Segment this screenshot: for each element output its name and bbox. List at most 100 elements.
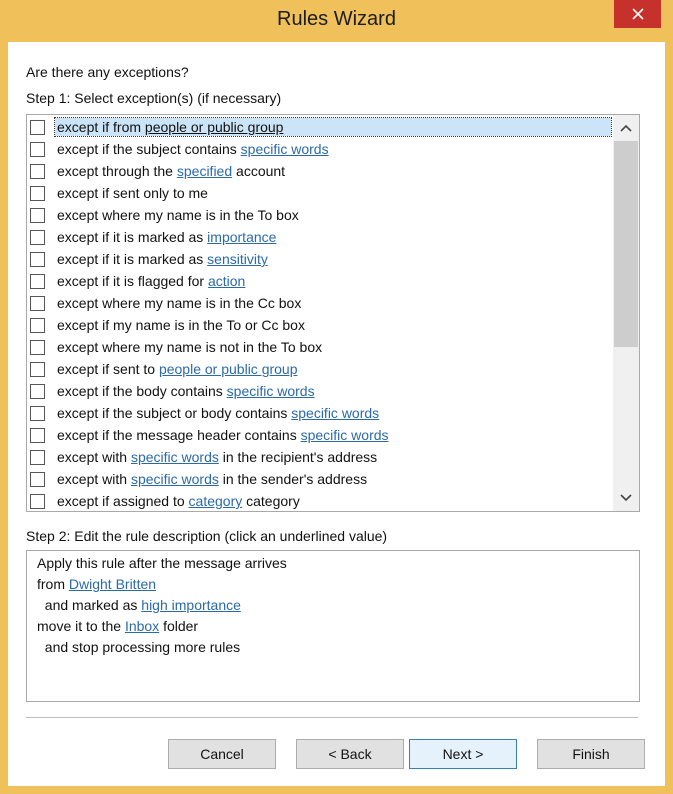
exception-value-link[interactable]: specific words <box>131 449 219 465</box>
exception-text: except where my name is in the Cc box <box>55 294 611 312</box>
exception-text: except if the subject or body contains s… <box>55 404 611 422</box>
exception-row[interactable]: except if it is marked as importance <box>27 226 611 248</box>
exception-label: except where my name is in the To box <box>57 207 299 223</box>
exceptions-list[interactable]: except if from people or public group exc… <box>26 114 640 512</box>
cancel-button[interactable]: Cancel <box>168 739 276 769</box>
exception-label: except if the body contains <box>57 383 227 399</box>
exception-checkbox[interactable] <box>30 339 45 355</box>
exception-value-link[interactable]: people or public group <box>145 119 284 135</box>
exception-text: except where my name is not in the To bo… <box>55 338 611 356</box>
exception-row[interactable]: except if the body contains specific wor… <box>27 380 611 402</box>
scrollbar-thumb[interactable] <box>614 141 638 347</box>
vertical-scrollbar[interactable] <box>613 115 639 511</box>
exception-value-link[interactable]: action <box>208 273 245 289</box>
description-value-link[interactable]: Inbox <box>125 618 159 634</box>
exception-checkbox[interactable] <box>30 427 45 443</box>
description-text-suffix: folder <box>159 618 199 634</box>
description-line: Apply this rule after the message arrive… <box>37 555 287 571</box>
exception-row[interactable]: except if the subject or body contains s… <box>27 402 611 424</box>
exception-label-suffix: account <box>232 163 286 179</box>
exception-row[interactable]: except where my name is in the To box <box>27 204 611 226</box>
dialog-body: Are there any exceptions? Step 1: Select… <box>8 42 665 786</box>
exception-checkbox[interactable] <box>30 163 45 179</box>
exception-label: except if it is flagged for <box>57 273 208 289</box>
description-value-link[interactable]: high importance <box>141 597 241 613</box>
description-value-link[interactable]: Dwight Britten <box>69 576 156 592</box>
title-bar: Rules Wizard <box>0 0 673 42</box>
exception-label-suffix: in the recipient's address <box>218 449 378 465</box>
step2-label: Step 2: Edit the rule description (click… <box>26 528 388 544</box>
exception-checkbox[interactable] <box>30 207 45 223</box>
exception-checkbox[interactable] <box>30 229 45 245</box>
description-text: and stop processing more rules <box>37 639 241 655</box>
exception-checkbox[interactable] <box>30 251 45 267</box>
description-line: and marked as high importance <box>37 597 241 613</box>
rule-description: Apply this rule after the message arrive… <box>26 550 640 702</box>
description-text: from <box>37 576 69 592</box>
exception-checkbox[interactable] <box>30 405 45 421</box>
exception-text: except if the message header contains sp… <box>55 426 611 444</box>
exception-text: except if sent only to me <box>55 184 611 202</box>
exception-text: except with specific words in the sender… <box>55 470 611 488</box>
close-button[interactable] <box>614 0 661 28</box>
exception-label: except if my name is in the To or Cc box <box>57 317 305 333</box>
exception-row[interactable]: except if sent only to me <box>27 182 611 204</box>
exception-row[interactable]: except with specific words in the sender… <box>27 468 611 490</box>
exception-row[interactable]: except if assigned to category category <box>27 490 611 511</box>
exception-checkbox[interactable] <box>30 471 45 487</box>
exception-checkbox[interactable] <box>30 295 45 311</box>
exception-label: except if sent to <box>57 361 159 377</box>
exception-row[interactable]: except if my name is in the To or Cc box <box>27 314 611 336</box>
scroll-down-button[interactable] <box>613 487 639 509</box>
exception-label: except with <box>57 449 131 465</box>
exception-value-link[interactable]: specific words <box>301 427 389 443</box>
exception-checkbox[interactable] <box>30 361 45 377</box>
chevron-down-icon <box>620 494 632 502</box>
exception-row[interactable]: except where my name is not in the To bo… <box>27 336 611 358</box>
exception-label-suffix: category <box>242 493 300 509</box>
exception-label-suffix: in the sender's address <box>218 471 368 487</box>
question-label: Are there any exceptions? <box>26 64 189 80</box>
exception-checkbox[interactable] <box>30 449 45 465</box>
exception-checkbox[interactable] <box>30 383 45 399</box>
exception-checkbox[interactable] <box>30 119 45 135</box>
exception-value-link[interactable]: specific words <box>291 405 379 421</box>
exception-row[interactable]: except with specific words in the recipi… <box>27 446 611 468</box>
exception-value-link[interactable]: category <box>189 493 243 509</box>
exception-text: except with specific words in the recipi… <box>55 448 611 466</box>
exception-row[interactable]: except if the subject contains specific … <box>27 138 611 160</box>
description-line: from Dwight Britten <box>37 576 156 592</box>
description-line: and stop processing more rules <box>37 639 240 655</box>
exception-label: except where my name is not in the To bo… <box>57 339 323 355</box>
exception-text: except if assigned to category category <box>55 492 611 510</box>
exception-checkbox[interactable] <box>30 141 45 157</box>
exception-value-link[interactable]: people or public group <box>159 361 298 377</box>
exception-value-link[interactable]: specific words <box>227 383 315 399</box>
exception-row[interactable]: except through the specified account <box>27 160 611 182</box>
description-text: Apply this rule after the message arrive… <box>37 555 287 571</box>
back-button[interactable]: < Back <box>296 739 404 769</box>
exception-checkbox[interactable] <box>30 273 45 289</box>
exception-checkbox[interactable] <box>30 317 45 333</box>
exception-value-link[interactable]: sensitivity <box>207 251 268 267</box>
exception-row[interactable]: except if the message header contains sp… <box>27 424 611 446</box>
scroll-up-button[interactable] <box>613 117 639 139</box>
exception-row[interactable]: except where my name is in the Cc box <box>27 292 611 314</box>
exception-row[interactable]: except if from people or public group <box>27 116 612 138</box>
close-icon <box>631 8 644 20</box>
finish-button[interactable]: Finish <box>537 739 645 769</box>
exception-checkbox[interactable] <box>30 185 45 201</box>
exception-value-link[interactable]: specific words <box>241 141 329 157</box>
exception-value-link[interactable]: importance <box>207 229 276 245</box>
exception-row[interactable]: except if it is flagged for action <box>27 270 611 292</box>
exception-value-link[interactable]: specific words <box>131 471 219 487</box>
exception-row[interactable]: except if it is marked as sensitivity <box>27 248 611 270</box>
exception-row[interactable]: except if sent to people or public group <box>27 358 611 380</box>
divider <box>26 717 638 718</box>
next-button[interactable]: Next > <box>409 739 517 769</box>
exception-text: except if the subject contains specific … <box>55 140 611 158</box>
description-text: move it to the <box>37 618 125 634</box>
chevron-up-icon <box>620 124 632 132</box>
exception-value-link[interactable]: specified <box>177 163 232 179</box>
exception-checkbox[interactable] <box>30 493 45 509</box>
